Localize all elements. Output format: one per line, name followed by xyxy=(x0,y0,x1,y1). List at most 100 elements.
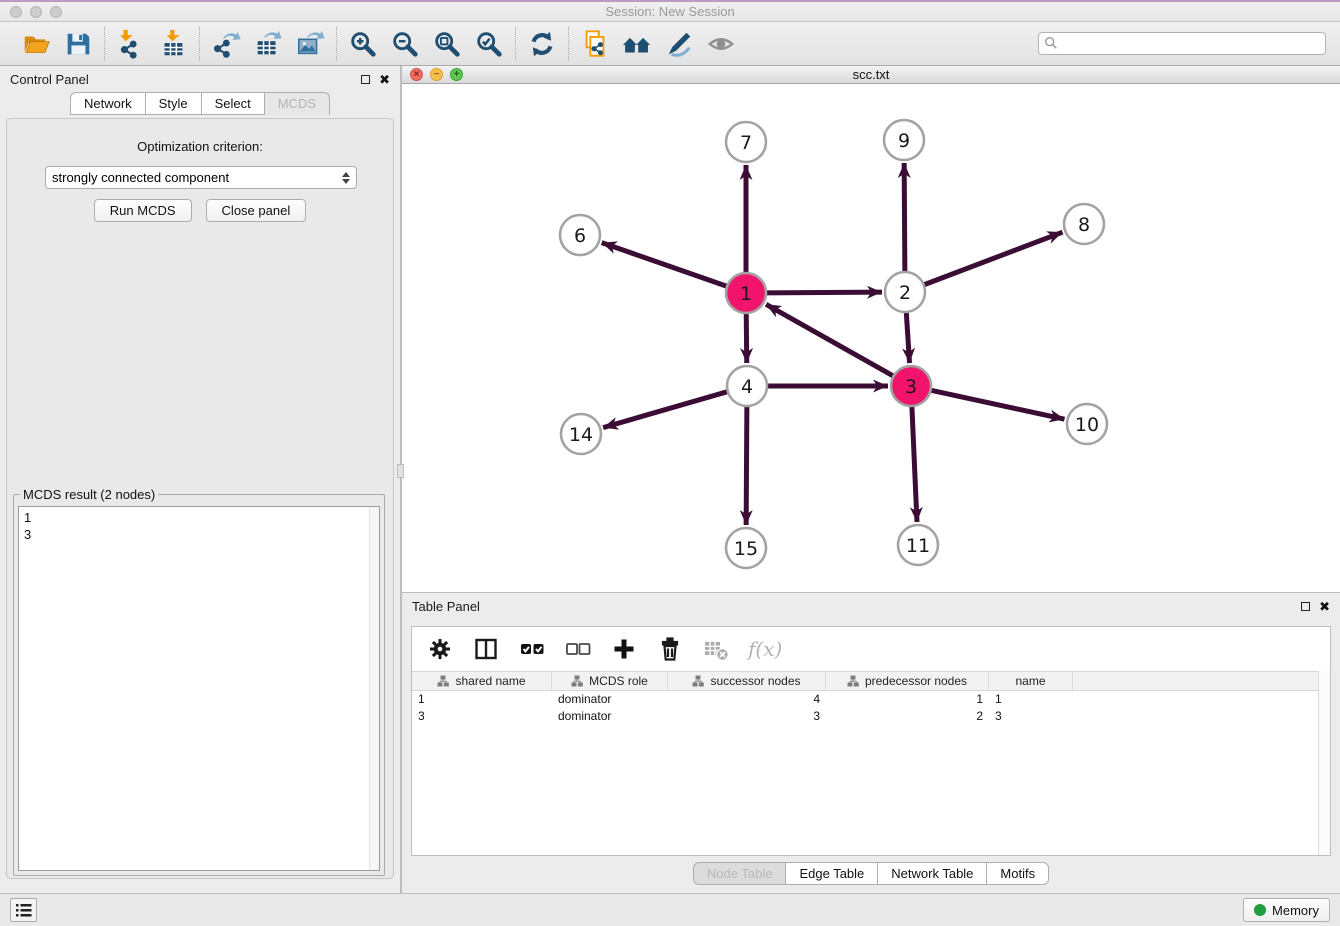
zoom-selected-button[interactable] xyxy=(473,28,505,60)
style-brush-button[interactable] xyxy=(663,28,695,60)
panel-splitter-handle[interactable] xyxy=(397,464,404,478)
mcds-result-list[interactable]: 13 xyxy=(18,506,380,871)
column-header-predecessor-nodes[interactable]: predecessor nodes xyxy=(826,672,989,690)
result-scrollbar[interactable] xyxy=(369,507,379,870)
close-panel-button[interactable]: Close panel xyxy=(206,199,307,222)
deselect-all-columns-button[interactable] xyxy=(564,635,592,663)
cell-name[interactable]: 3 xyxy=(989,708,1073,725)
edge-1-2[interactable] xyxy=(766,292,882,293)
run-mcds-button[interactable]: Run MCDS xyxy=(94,199,192,222)
column-label: predecessor nodes xyxy=(865,674,967,688)
zoom-fit-icon xyxy=(432,29,462,59)
edge-3-10[interactable] xyxy=(931,390,1065,419)
edge-1-6[interactable] xyxy=(602,243,727,287)
column-header-successor-nodes[interactable]: successor nodes xyxy=(668,672,826,690)
save-icon xyxy=(63,29,93,59)
edge-2-9[interactable] xyxy=(904,163,905,272)
tab-mcds[interactable]: MCDS xyxy=(265,92,330,115)
cell-MCDS-role[interactable]: dominator xyxy=(552,708,668,725)
eye-icon xyxy=(706,29,736,59)
cell-successor-nodes[interactable]: 4 xyxy=(668,691,826,708)
add-column-icon xyxy=(611,636,637,662)
column-header-MCDS-role[interactable]: MCDS role xyxy=(552,672,668,690)
save-button[interactable] xyxy=(62,28,94,60)
refresh-icon xyxy=(527,29,557,59)
status-bar: Memory xyxy=(0,893,1340,926)
tab-edge-table[interactable]: Edge Table xyxy=(786,862,878,885)
import-table-icon xyxy=(158,29,188,59)
task-history-button[interactable] xyxy=(10,898,37,922)
cell-successor-nodes[interactable]: 3 xyxy=(668,708,826,725)
delete-column-button[interactable] xyxy=(656,635,684,663)
edge-1-4[interactable] xyxy=(746,313,747,363)
add-column-button[interactable] xyxy=(610,635,638,663)
search-input[interactable] xyxy=(1038,32,1326,55)
close-panel-icon[interactable]: ✖ xyxy=(379,75,390,84)
edge-3-1[interactable] xyxy=(766,304,894,376)
edge-4-14[interactable] xyxy=(603,392,728,428)
home-button[interactable] xyxy=(621,28,653,60)
cell-predecessor-nodes[interactable]: 2 xyxy=(826,708,989,725)
open-button[interactable] xyxy=(20,28,52,60)
new-network-from-file-button[interactable] xyxy=(579,28,611,60)
node-label-4: 4 xyxy=(741,376,753,398)
export-image-button[interactable] xyxy=(294,28,326,60)
optimization-value: strongly connected component xyxy=(52,170,229,185)
delete-table-button xyxy=(702,635,730,663)
network-canvas[interactable]: 7968124314101511 xyxy=(402,84,1340,592)
function-icon: f(x) xyxy=(748,637,782,661)
tab-network-table[interactable]: Network Table xyxy=(878,862,987,885)
node-label-3: 3 xyxy=(905,376,917,398)
export-image-icon xyxy=(295,29,325,59)
cell-name[interactable]: 1 xyxy=(989,691,1073,708)
memory-button[interactable]: Memory xyxy=(1243,898,1330,922)
zoom-in-button[interactable] xyxy=(347,28,379,60)
export-table-button[interactable] xyxy=(252,28,284,60)
table-scrollbar[interactable] xyxy=(1318,671,1330,855)
zoom-out-button[interactable] xyxy=(389,28,421,60)
settings-gear-button[interactable] xyxy=(426,635,454,663)
cell-predecessor-nodes[interactable]: 1 xyxy=(826,691,989,708)
float-table-panel-icon[interactable] xyxy=(1301,602,1310,611)
edge-2-3[interactable] xyxy=(906,312,909,363)
node-label-15: 15 xyxy=(734,538,758,560)
select-arrows-icon xyxy=(342,172,350,184)
table-row-1[interactable]: 1dominator411 xyxy=(412,691,1330,708)
tab-motifs[interactable]: Motifs xyxy=(987,862,1049,885)
node-label-7: 7 xyxy=(740,132,752,154)
eye-button[interactable] xyxy=(705,28,737,60)
column-view-button[interactable] xyxy=(472,635,500,663)
zoom-out-icon xyxy=(390,29,420,59)
column-header-shared-name[interactable]: shared name xyxy=(412,672,552,690)
node-label-2: 2 xyxy=(899,282,911,304)
cell-MCDS-role[interactable]: dominator xyxy=(552,691,668,708)
network-title: scc.txt xyxy=(402,67,1340,82)
close-table-panel-icon[interactable]: ✖ xyxy=(1319,602,1330,611)
edge-4-15[interactable] xyxy=(746,406,747,525)
tab-select[interactable]: Select xyxy=(202,92,265,115)
tab-node-table[interactable]: Node Table xyxy=(693,862,787,885)
edge-2-8[interactable] xyxy=(924,232,1063,285)
edge-3-11[interactable] xyxy=(912,406,917,522)
zoom-fit-button[interactable] xyxy=(431,28,463,60)
export-network-button[interactable] xyxy=(210,28,242,60)
tab-style[interactable]: Style xyxy=(146,92,202,115)
select-all-columns-button[interactable] xyxy=(518,635,546,663)
import-network-button[interactable] xyxy=(115,28,147,60)
table-row-2[interactable]: 3dominator323 xyxy=(412,708,1330,725)
refresh-button[interactable] xyxy=(526,28,558,60)
float-panel-icon[interactable] xyxy=(361,75,370,84)
cell-shared-name[interactable]: 3 xyxy=(412,708,552,725)
select-all-columns-icon xyxy=(519,636,545,662)
mcds-result-line: 1 xyxy=(24,509,374,526)
import-table-button[interactable] xyxy=(157,28,189,60)
optimization-select[interactable]: strongly connected component xyxy=(45,166,357,189)
tab-network[interactable]: Network xyxy=(70,92,146,115)
network-graph[interactable]: 7968124314101511 xyxy=(402,84,1334,587)
main-toolbar xyxy=(0,22,1340,66)
cell-shared-name[interactable]: 1 xyxy=(412,691,552,708)
column-label: MCDS role xyxy=(589,674,648,688)
column-label: name xyxy=(1015,674,1045,688)
column-header-name[interactable]: name xyxy=(989,672,1073,690)
memory-status-icon xyxy=(1254,904,1266,916)
